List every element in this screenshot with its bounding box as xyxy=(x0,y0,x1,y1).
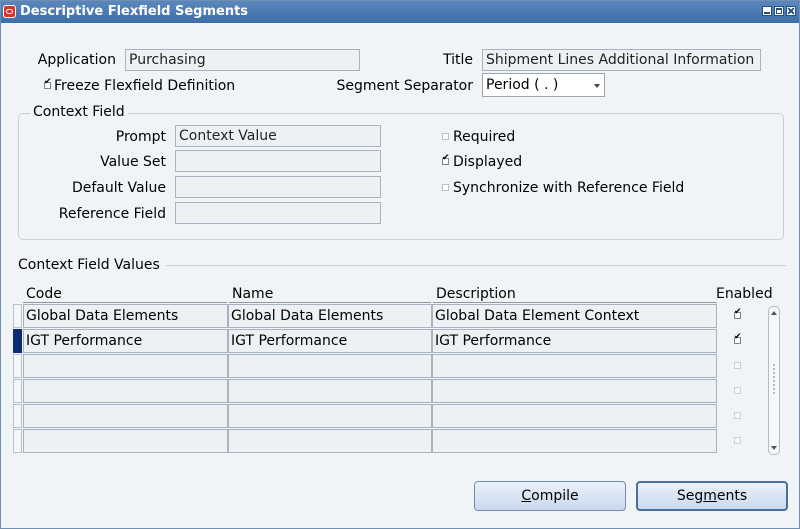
title-label: Title xyxy=(442,52,473,68)
vertical-scrollbar[interactable] xyxy=(768,306,780,455)
column-header-name: Name xyxy=(232,286,274,302)
minimize-icon[interactable] xyxy=(762,6,772,16)
value-set-field[interactable] xyxy=(175,150,381,172)
column-header-enabled: Enabled xyxy=(716,286,773,302)
section-divider xyxy=(166,265,786,266)
name-cell[interactable] xyxy=(228,404,432,428)
segment-separator-label: Segment Separator xyxy=(336,78,473,94)
enabled-checkbox[interactable] xyxy=(734,307,742,319)
description-cell[interactable]: IGT Performance xyxy=(432,329,717,353)
name-cell[interactable] xyxy=(228,354,432,378)
required-checkbox[interactable] xyxy=(442,133,449,140)
column-underline-description xyxy=(433,302,717,303)
code-cell[interactable] xyxy=(23,404,228,428)
window-title: Descriptive Flexfield Segments xyxy=(20,4,249,19)
row-selector-active[interactable] xyxy=(13,329,22,353)
prompt-field[interactable]: Context Value xyxy=(175,125,381,147)
default-value-label: Default Value xyxy=(71,180,166,196)
row-selector[interactable] xyxy=(13,379,22,403)
segment-separator-select[interactable]: Period ( . ) xyxy=(482,73,605,97)
description-cell[interactable] xyxy=(432,429,717,453)
enabled-checkbox[interactable] xyxy=(734,437,741,444)
title-field[interactable]: Shipment Lines Additional Information xyxy=(482,49,761,71)
column-underline-name xyxy=(229,302,431,303)
default-value-field[interactable] xyxy=(175,176,381,198)
row-selector[interactable] xyxy=(13,404,22,428)
compile-mnemonic: C xyxy=(521,488,532,504)
required-label[interactable]: Required xyxy=(453,129,515,145)
prompt-label: Prompt xyxy=(115,129,166,145)
value-set-label: Value Set xyxy=(100,154,166,170)
compile-label-rest: ompile xyxy=(531,488,579,504)
segments-label-pre: Seg xyxy=(676,488,704,504)
code-cell[interactable] xyxy=(23,429,228,453)
row-selector[interactable] xyxy=(13,429,22,453)
enabled-checkbox[interactable] xyxy=(734,362,741,369)
row-selector[interactable] xyxy=(13,304,22,328)
code-cell[interactable]: IGT Performance xyxy=(23,329,228,353)
name-cell[interactable]: IGT Performance xyxy=(228,329,432,353)
descriptive-flexfield-segments-window: Descriptive Flexfield Segments Applicati… xyxy=(0,0,800,529)
enabled-checkbox[interactable] xyxy=(734,412,741,419)
context-field-group-title: Context Field xyxy=(30,104,128,120)
column-underline-code xyxy=(23,302,227,303)
reference-field-label: Reference Field xyxy=(58,206,166,222)
segments-mnemonic: m xyxy=(703,488,717,504)
row-selector[interactable] xyxy=(13,354,22,378)
description-cell[interactable]: Global Data Element Context xyxy=(432,304,717,328)
description-cell[interactable] xyxy=(432,354,717,378)
oracle-app-icon xyxy=(3,5,16,18)
scroll-thumb-grip-icon[interactable] xyxy=(772,363,776,395)
description-cell[interactable] xyxy=(432,404,717,428)
chevron-down-icon xyxy=(594,84,600,88)
maximize-icon[interactable] xyxy=(774,6,784,16)
segments-button[interactable]: Segments xyxy=(636,481,788,511)
description-cell[interactable] xyxy=(432,379,717,403)
displayed-label[interactable]: Displayed xyxy=(453,154,522,170)
scroll-down-arrow-icon[interactable] xyxy=(771,446,777,450)
code-cell[interactable]: Global Data Elements xyxy=(23,304,228,328)
displayed-checkbox[interactable] xyxy=(442,153,450,165)
freeze-flexfield-label[interactable]: Freeze Flexfield Definition xyxy=(54,78,235,94)
segment-separator-value: Period ( . ) xyxy=(486,77,559,93)
code-cell[interactable] xyxy=(23,379,228,403)
synchronize-checkbox[interactable] xyxy=(442,184,449,191)
compile-button[interactable]: Compile xyxy=(474,481,626,511)
application-label: Application xyxy=(37,52,116,68)
enabled-checkbox[interactable] xyxy=(734,332,742,344)
freeze-flexfield-checkbox[interactable] xyxy=(44,77,52,89)
synchronize-label[interactable]: Synchronize with Reference Field xyxy=(453,180,684,196)
reference-field-field[interactable] xyxy=(175,202,381,224)
application-field[interactable]: Purchasing xyxy=(125,49,360,71)
enabled-checkbox[interactable] xyxy=(734,387,741,394)
column-header-description: Description xyxy=(436,286,516,302)
close-icon[interactable] xyxy=(786,6,796,16)
name-cell[interactable]: Global Data Elements xyxy=(228,304,432,328)
scroll-up-arrow-icon[interactable] xyxy=(771,311,777,315)
column-header-code: Code xyxy=(26,286,62,302)
title-bar: Descriptive Flexfield Segments xyxy=(1,1,799,23)
context-field-values-title: Context Field Values xyxy=(18,257,160,273)
name-cell[interactable] xyxy=(228,429,432,453)
name-cell[interactable] xyxy=(228,379,432,403)
segments-label-post: ents xyxy=(716,488,748,504)
code-cell[interactable] xyxy=(23,354,228,378)
